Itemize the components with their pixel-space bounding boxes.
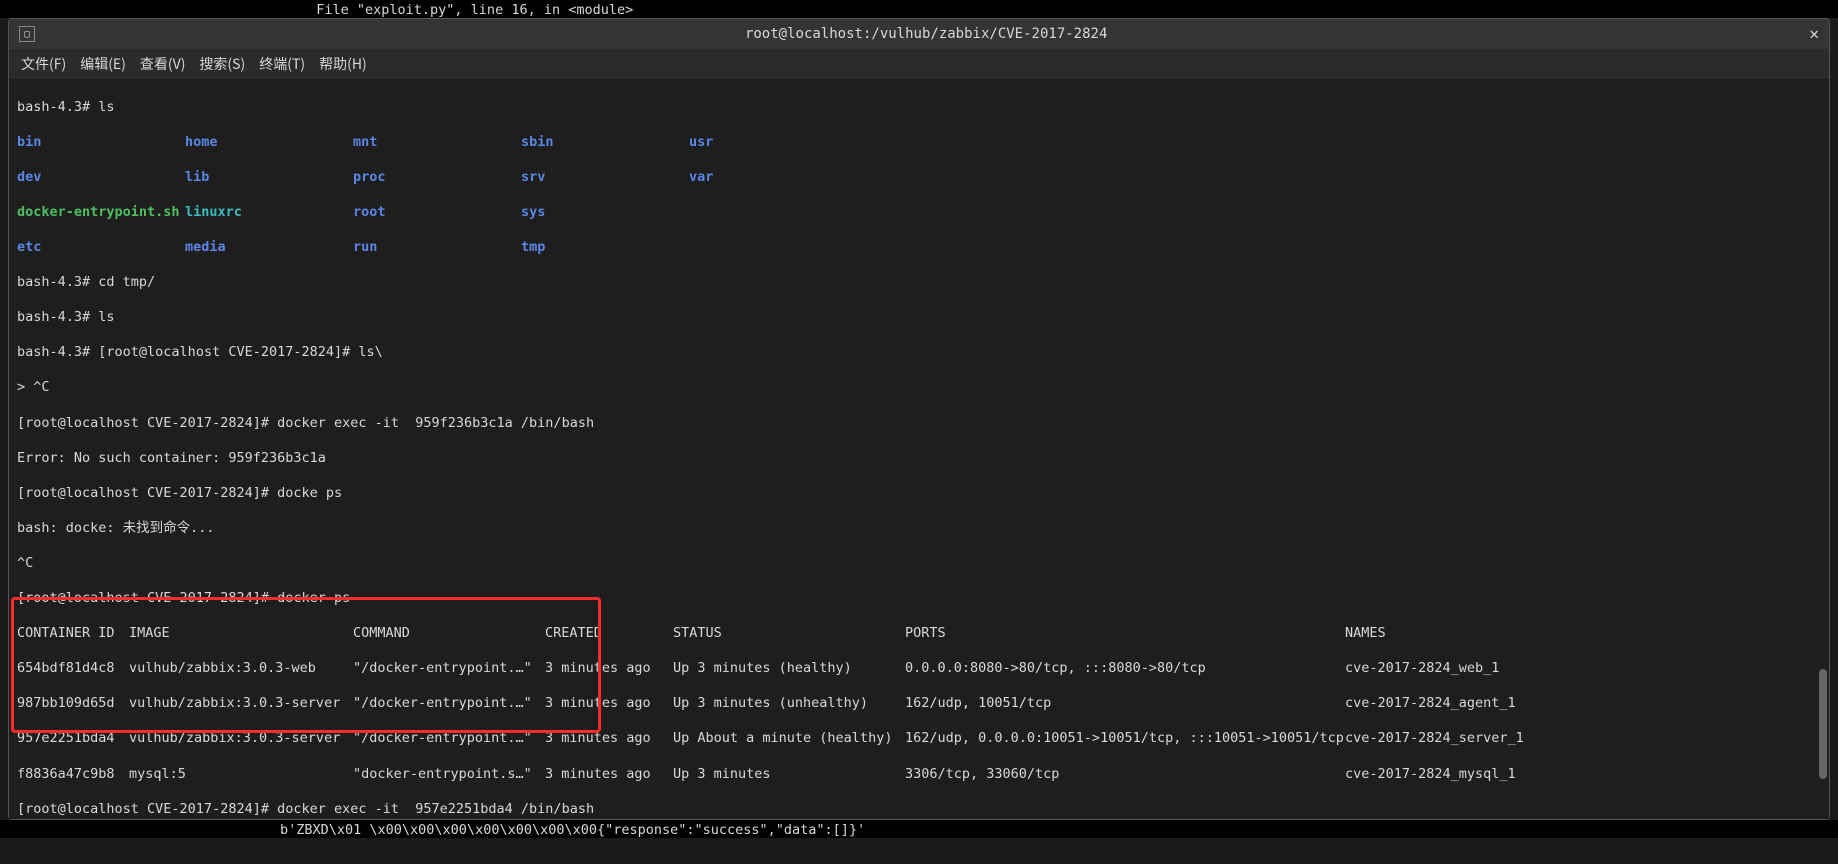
close-icon[interactable]: ✕ bbox=[1809, 24, 1819, 45]
new-tab-icon[interactable]: ▢ bbox=[19, 26, 35, 42]
cell: 3306/tcp, 33060/tcp bbox=[905, 766, 1345, 784]
cell: cve-2017-2824_server_1 bbox=[1345, 730, 1524, 748]
menu-edit[interactable]: 编辑(E) bbox=[80, 55, 126, 73]
cell: 957e2251bda4 bbox=[17, 730, 129, 748]
bash-prompt: bash-4.3# bbox=[17, 99, 98, 115]
cell: 3 minutes ago bbox=[545, 695, 673, 713]
cell: mysql:5 bbox=[129, 766, 353, 784]
cell: f8836a47c9b8 bbox=[17, 766, 129, 784]
background-traceback-line: File "exploit.py", line 16, in <module> bbox=[0, 0, 1838, 18]
dir: usr bbox=[689, 134, 713, 152]
ls-row: devlibprocsrvvar bbox=[17, 169, 1821, 187]
ctrl-c: > ^C bbox=[17, 379, 1821, 397]
col: CREATED bbox=[545, 625, 673, 643]
cmd: docker exec -it 957e2251bda4 /bin/bash bbox=[277, 801, 594, 817]
ls-row: binhomemntsbinusr bbox=[17, 134, 1821, 152]
cell: Up 3 minutes (unhealthy) bbox=[673, 695, 905, 713]
col: STATUS bbox=[673, 625, 905, 643]
cmd: docke ps bbox=[277, 485, 342, 501]
terminal-window: ▢ root@localhost:/vulhub/zabbix/CVE-2017… bbox=[8, 18, 1830, 820]
cell: Up About a minute (healthy) bbox=[673, 730, 905, 748]
menu-search[interactable]: 搜索(S) bbox=[199, 55, 245, 73]
dir: root bbox=[353, 204, 521, 222]
docker-ps-row: 987bb109d65dvulhub/zabbix:3.0.3-server"/… bbox=[17, 695, 1821, 713]
menubar: 文件(F) 编辑(E) 查看(V) 搜索(S) 终端(T) 帮助(H) bbox=[9, 49, 1829, 79]
col: PORTS bbox=[905, 625, 1345, 643]
menu-terminal[interactable]: 终端(T) bbox=[259, 55, 305, 73]
root-prompt: [root@localhost CVE-2017-2824]# bbox=[17, 415, 277, 431]
cell: Up 3 minutes bbox=[673, 766, 905, 784]
docker-ps-row: f8836a47c9b8mysql:5"docker-entrypoint.s…… bbox=[17, 766, 1821, 784]
cmd: cd tmp/ bbox=[98, 274, 155, 290]
cmd: ls bbox=[98, 309, 114, 325]
file: docker-entrypoint.sh bbox=[17, 204, 185, 222]
cell: vulhub/zabbix:3.0.3-web bbox=[129, 660, 353, 678]
cell: "docker-entrypoint.s…" bbox=[353, 766, 545, 784]
titlebar: ▢ root@localhost:/vulhub/zabbix/CVE-2017… bbox=[9, 19, 1829, 49]
error: Error: No such container: 959f236b3c1a bbox=[17, 450, 1821, 468]
dir: bin bbox=[17, 134, 185, 152]
dir: sys bbox=[521, 204, 689, 222]
cell: cve-2017-2824_agent_1 bbox=[1345, 695, 1516, 713]
bash-prompt: bash-4.3# bbox=[17, 309, 98, 325]
root-prompt: [root@localhost CVE-2017-2824]# bbox=[17, 590, 277, 606]
cell: "/docker-entrypoint.…" bbox=[353, 730, 545, 748]
cell: cve-2017-2824_mysql_1 bbox=[1345, 766, 1516, 784]
cell: 162/udp, 10051/tcp bbox=[905, 695, 1345, 713]
dir: srv bbox=[521, 169, 689, 187]
cell: "/docker-entrypoint.…" bbox=[353, 660, 545, 678]
cmd-ls: ls bbox=[98, 99, 114, 115]
ctrl-c: ^C bbox=[17, 555, 1821, 573]
col: NAMES bbox=[1345, 625, 1386, 643]
ls-row: etcmediaruntmp bbox=[17, 239, 1821, 257]
cell: vulhub/zabbix:3.0.3-server bbox=[129, 695, 353, 713]
docker-ps-row: 654bdf81d4c8vulhub/zabbix:3.0.3-web"/doc… bbox=[17, 660, 1821, 678]
background-response-line: b'ZBXD\x01 \x00\x00\x00\x00\x00\x00\x00{… bbox=[0, 820, 1838, 838]
col: COMMAND bbox=[353, 625, 545, 643]
cell: "/docker-entrypoint.…" bbox=[353, 695, 545, 713]
cell: 3 minutes ago bbox=[545, 766, 673, 784]
cell: vulhub/zabbix:3.0.3-server bbox=[129, 730, 353, 748]
dir: mnt bbox=[353, 134, 521, 152]
cell: 654bdf81d4c8 bbox=[17, 660, 129, 678]
root-prompt: [root@localhost CVE-2017-2824]# bbox=[17, 485, 277, 501]
dir: media bbox=[185, 239, 353, 257]
dir: lib bbox=[185, 169, 353, 187]
ls-row: docker-entrypoint.shlinuxrcrootsys bbox=[17, 204, 1821, 222]
cell: 987bb109d65d bbox=[17, 695, 129, 713]
cell: 3 minutes ago bbox=[545, 730, 673, 748]
dir: tmp bbox=[521, 239, 689, 257]
link: linuxrc bbox=[185, 204, 353, 222]
cell: 0.0.0.0:8080->80/tcp, :::8080->80/tcp bbox=[905, 660, 1345, 678]
dir: var bbox=[689, 169, 713, 187]
dir: sbin bbox=[521, 134, 689, 152]
scrollbar-thumb[interactable] bbox=[1819, 669, 1827, 779]
bash-prompt: bash-4.3# bbox=[17, 274, 98, 290]
error: bash: docke: 未找到命令... bbox=[17, 520, 1821, 538]
docker-ps-header: CONTAINER IDIMAGECOMMANDCREATEDSTATUSPOR… bbox=[17, 625, 1821, 643]
window-title: root@localhost:/vulhub/zabbix/CVE-2017-2… bbox=[43, 25, 1809, 43]
menu-file[interactable]: 文件(F) bbox=[21, 55, 66, 73]
cmd: docker exec -it 959f236b3c1a /bin/bash bbox=[277, 415, 594, 431]
dir: home bbox=[185, 134, 353, 152]
bash-prompt: bash-4.3# bbox=[17, 344, 98, 360]
col: IMAGE bbox=[129, 625, 353, 643]
terminal-body[interactable]: bash-4.3# ls binhomemntsbinusr devlibpro… bbox=[9, 79, 1829, 819]
dir: dev bbox=[17, 169, 185, 187]
root-prompt: [root@localhost CVE-2017-2824]# bbox=[98, 344, 358, 360]
cell: 162/udp, 0.0.0.0:10051->10051/tcp, :::10… bbox=[905, 730, 1345, 748]
col: CONTAINER ID bbox=[17, 625, 129, 643]
dir: etc bbox=[17, 239, 185, 257]
dir: run bbox=[353, 239, 521, 257]
docker-ps-row: 957e2251bda4vulhub/zabbix:3.0.3-server"/… bbox=[17, 730, 1821, 748]
menu-view[interactable]: 查看(V) bbox=[140, 55, 186, 73]
cmd: docker ps bbox=[277, 590, 350, 606]
dir: proc bbox=[353, 169, 521, 187]
root-prompt: [root@localhost CVE-2017-2824]# bbox=[17, 801, 277, 817]
cell: Up 3 minutes (healthy) bbox=[673, 660, 905, 678]
menu-help[interactable]: 帮助(H) bbox=[319, 55, 367, 73]
cell: 3 minutes ago bbox=[545, 660, 673, 678]
cell: cve-2017-2824_web_1 bbox=[1345, 660, 1499, 678]
cmd: ls\ bbox=[358, 344, 382, 360]
